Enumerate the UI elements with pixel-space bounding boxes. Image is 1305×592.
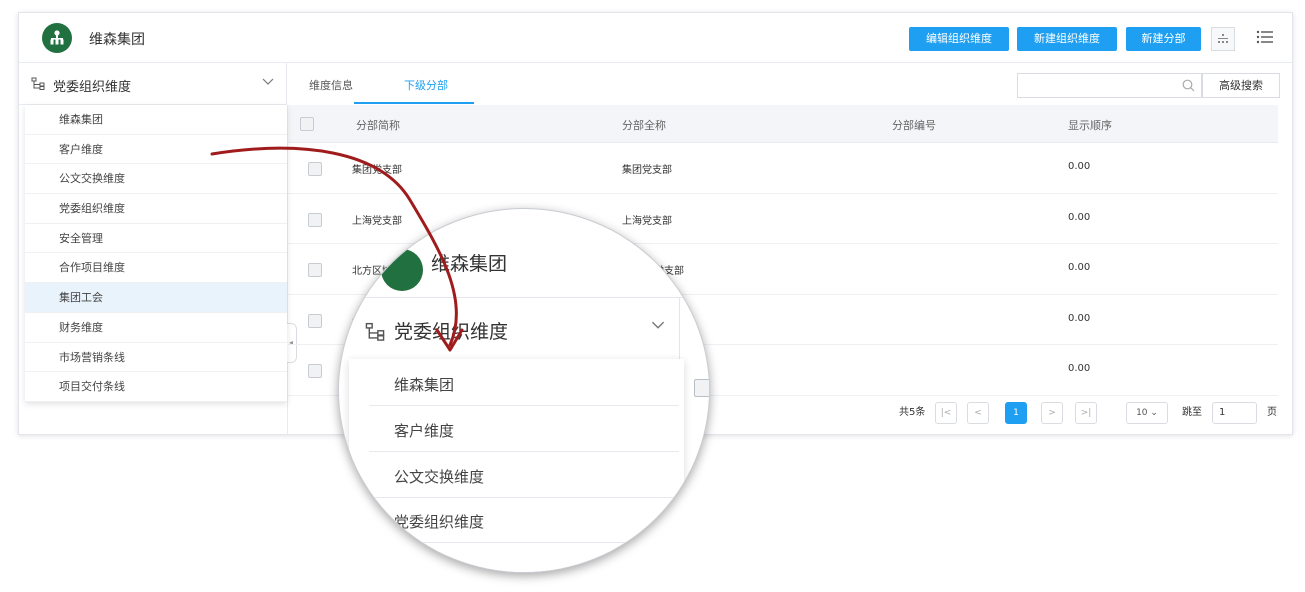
cell-short-name: 上海党支部 xyxy=(352,215,402,227)
row-checkbox[interactable] xyxy=(308,364,322,378)
magnifier-select-value: 党委组织维度 xyxy=(394,321,509,343)
dropdown-item[interactable]: 客户维度 xyxy=(25,135,287,165)
cell-short-name: 集团党支部 xyxy=(352,165,402,176)
org-title: 维森集团 xyxy=(89,32,145,48)
cell-full-name: 集团党支部 xyxy=(622,165,672,176)
column-header-short-name: 分部简称 xyxy=(356,119,400,132)
dropdown-item[interactable]: 合作项目维度 xyxy=(25,253,287,284)
cell-order: 0.00 xyxy=(1068,312,1091,324)
cell-order: 0.00 xyxy=(1068,363,1091,374)
dropdown-item[interactable]: 安全管理 xyxy=(25,224,287,254)
column-header-full-name: 分部全称 xyxy=(622,119,666,132)
table-header: 分部简称 分部全称 分部编号 显示顺序 xyxy=(288,105,1278,143)
dropdown-item[interactable]: 市场营销条线 xyxy=(25,343,287,373)
search-input[interactable] xyxy=(1017,73,1202,98)
magnifier-divider xyxy=(339,297,709,298)
magnifier-item: 客户维度 xyxy=(394,422,455,440)
tab-dimension-info[interactable]: 维度信息 xyxy=(309,77,353,93)
organization-logo-icon xyxy=(381,249,423,291)
new-dimension-button[interactable]: 新建组织维度 xyxy=(1017,27,1117,51)
next-page-button[interactable]: > xyxy=(1041,402,1063,424)
active-tab-indicator xyxy=(354,102,474,104)
page-size-select[interactable]: 10 ⌄ xyxy=(1126,402,1168,424)
chevron-down-icon xyxy=(651,321,665,329)
cell-order: 0.00 xyxy=(1068,211,1091,223)
magnifier-callout: 维森集团 党委组织维度 维森集团 客户维度 公文交换维度 党委组织维度 xyxy=(338,208,710,573)
last-page-button[interactable]: >| xyxy=(1075,402,1097,424)
table-row[interactable]: 集团党支部 集团党支部 0.00 xyxy=(288,143,1278,194)
dimension-dropdown: 维森集团 客户维度 公文交换维度 党委组织维度 安全管理 合作项目维度 集团工会… xyxy=(25,105,287,402)
page-suffix-label: 页 xyxy=(1267,407,1277,418)
row-checkbox[interactable] xyxy=(308,313,322,328)
magnifier-checkbox xyxy=(694,379,709,397)
column-header-order: 显示顺序 xyxy=(1068,119,1112,132)
magnifier-separator xyxy=(369,497,679,498)
cell-full-name: 上海党支部 xyxy=(622,215,672,227)
edit-dimension-button[interactable]: 编辑组织维度 xyxy=(909,27,1009,51)
row-checkbox[interactable] xyxy=(308,162,322,176)
dropdown-item[interactable]: 项目交付条线 xyxy=(25,372,287,402)
jump-page-input[interactable]: 1 xyxy=(1212,402,1257,424)
new-branch-button[interactable]: 新建分部 xyxy=(1126,27,1201,51)
dropdown-item[interactable]: 党委组织维度 xyxy=(25,194,287,224)
dropdown-item[interactable]: 财务维度 xyxy=(25,313,287,343)
magnifier-dropdown: 维森集团 客户维度 公文交换维度 党委组织维度 xyxy=(349,359,684,572)
magnifier-separator xyxy=(369,542,679,543)
top-header: 维森集团 编辑组织维度 新建组织维度 新建分部 xyxy=(19,13,1292,63)
magnifier-item: 公文交换维度 xyxy=(394,468,485,486)
jump-label: 跳至 xyxy=(1182,407,1202,418)
advanced-search-button[interactable]: 高级搜索 xyxy=(1202,73,1280,98)
row-checkbox[interactable] xyxy=(308,212,322,227)
chevron-down-icon[interactable] xyxy=(262,78,274,86)
prev-page-button[interactable]: < xyxy=(967,402,989,424)
org-chart-icon xyxy=(1218,34,1228,43)
cell-order: 0.00 xyxy=(1068,262,1091,273)
tab-sub-branches[interactable]: 下级分部 xyxy=(404,77,448,93)
row-checkbox[interactable] xyxy=(308,263,322,277)
organization-logo-icon xyxy=(42,23,72,53)
dropdown-item[interactable]: 维森集团 xyxy=(25,105,287,135)
dimension-select[interactable]: 党委组织维度 xyxy=(19,63,287,105)
select-all-checkbox[interactable] xyxy=(300,117,314,131)
cell-order: 0.00 xyxy=(1068,161,1091,172)
search-icon[interactable] xyxy=(1182,79,1195,92)
magnifier-item: 党委组织维度 xyxy=(394,513,485,531)
magnifier-item: 维森集团 xyxy=(394,376,455,394)
magnifier-separator xyxy=(369,451,679,452)
magnifier-org-title: 维森集团 xyxy=(431,253,508,275)
column-header-code: 分部编号 xyxy=(892,119,936,132)
tree-icon xyxy=(365,322,385,341)
page-button-current[interactable]: 1 xyxy=(1005,402,1027,424)
first-page-button[interactable]: |< xyxy=(935,402,957,424)
tree-icon xyxy=(31,77,45,90)
dimension-select-value: 党委组织维度 xyxy=(53,80,132,95)
pagination-total: 共5条 xyxy=(899,407,926,418)
dropdown-item[interactable]: 公文交换维度 xyxy=(25,164,287,195)
magnifier-separator xyxy=(369,405,679,406)
org-chart-button[interactable] xyxy=(1211,27,1235,51)
list-icon[interactable] xyxy=(1255,27,1275,47)
dropdown-item-highlighted[interactable]: 集团工会 xyxy=(25,283,287,313)
page-size-value: 10 xyxy=(1136,408,1148,418)
